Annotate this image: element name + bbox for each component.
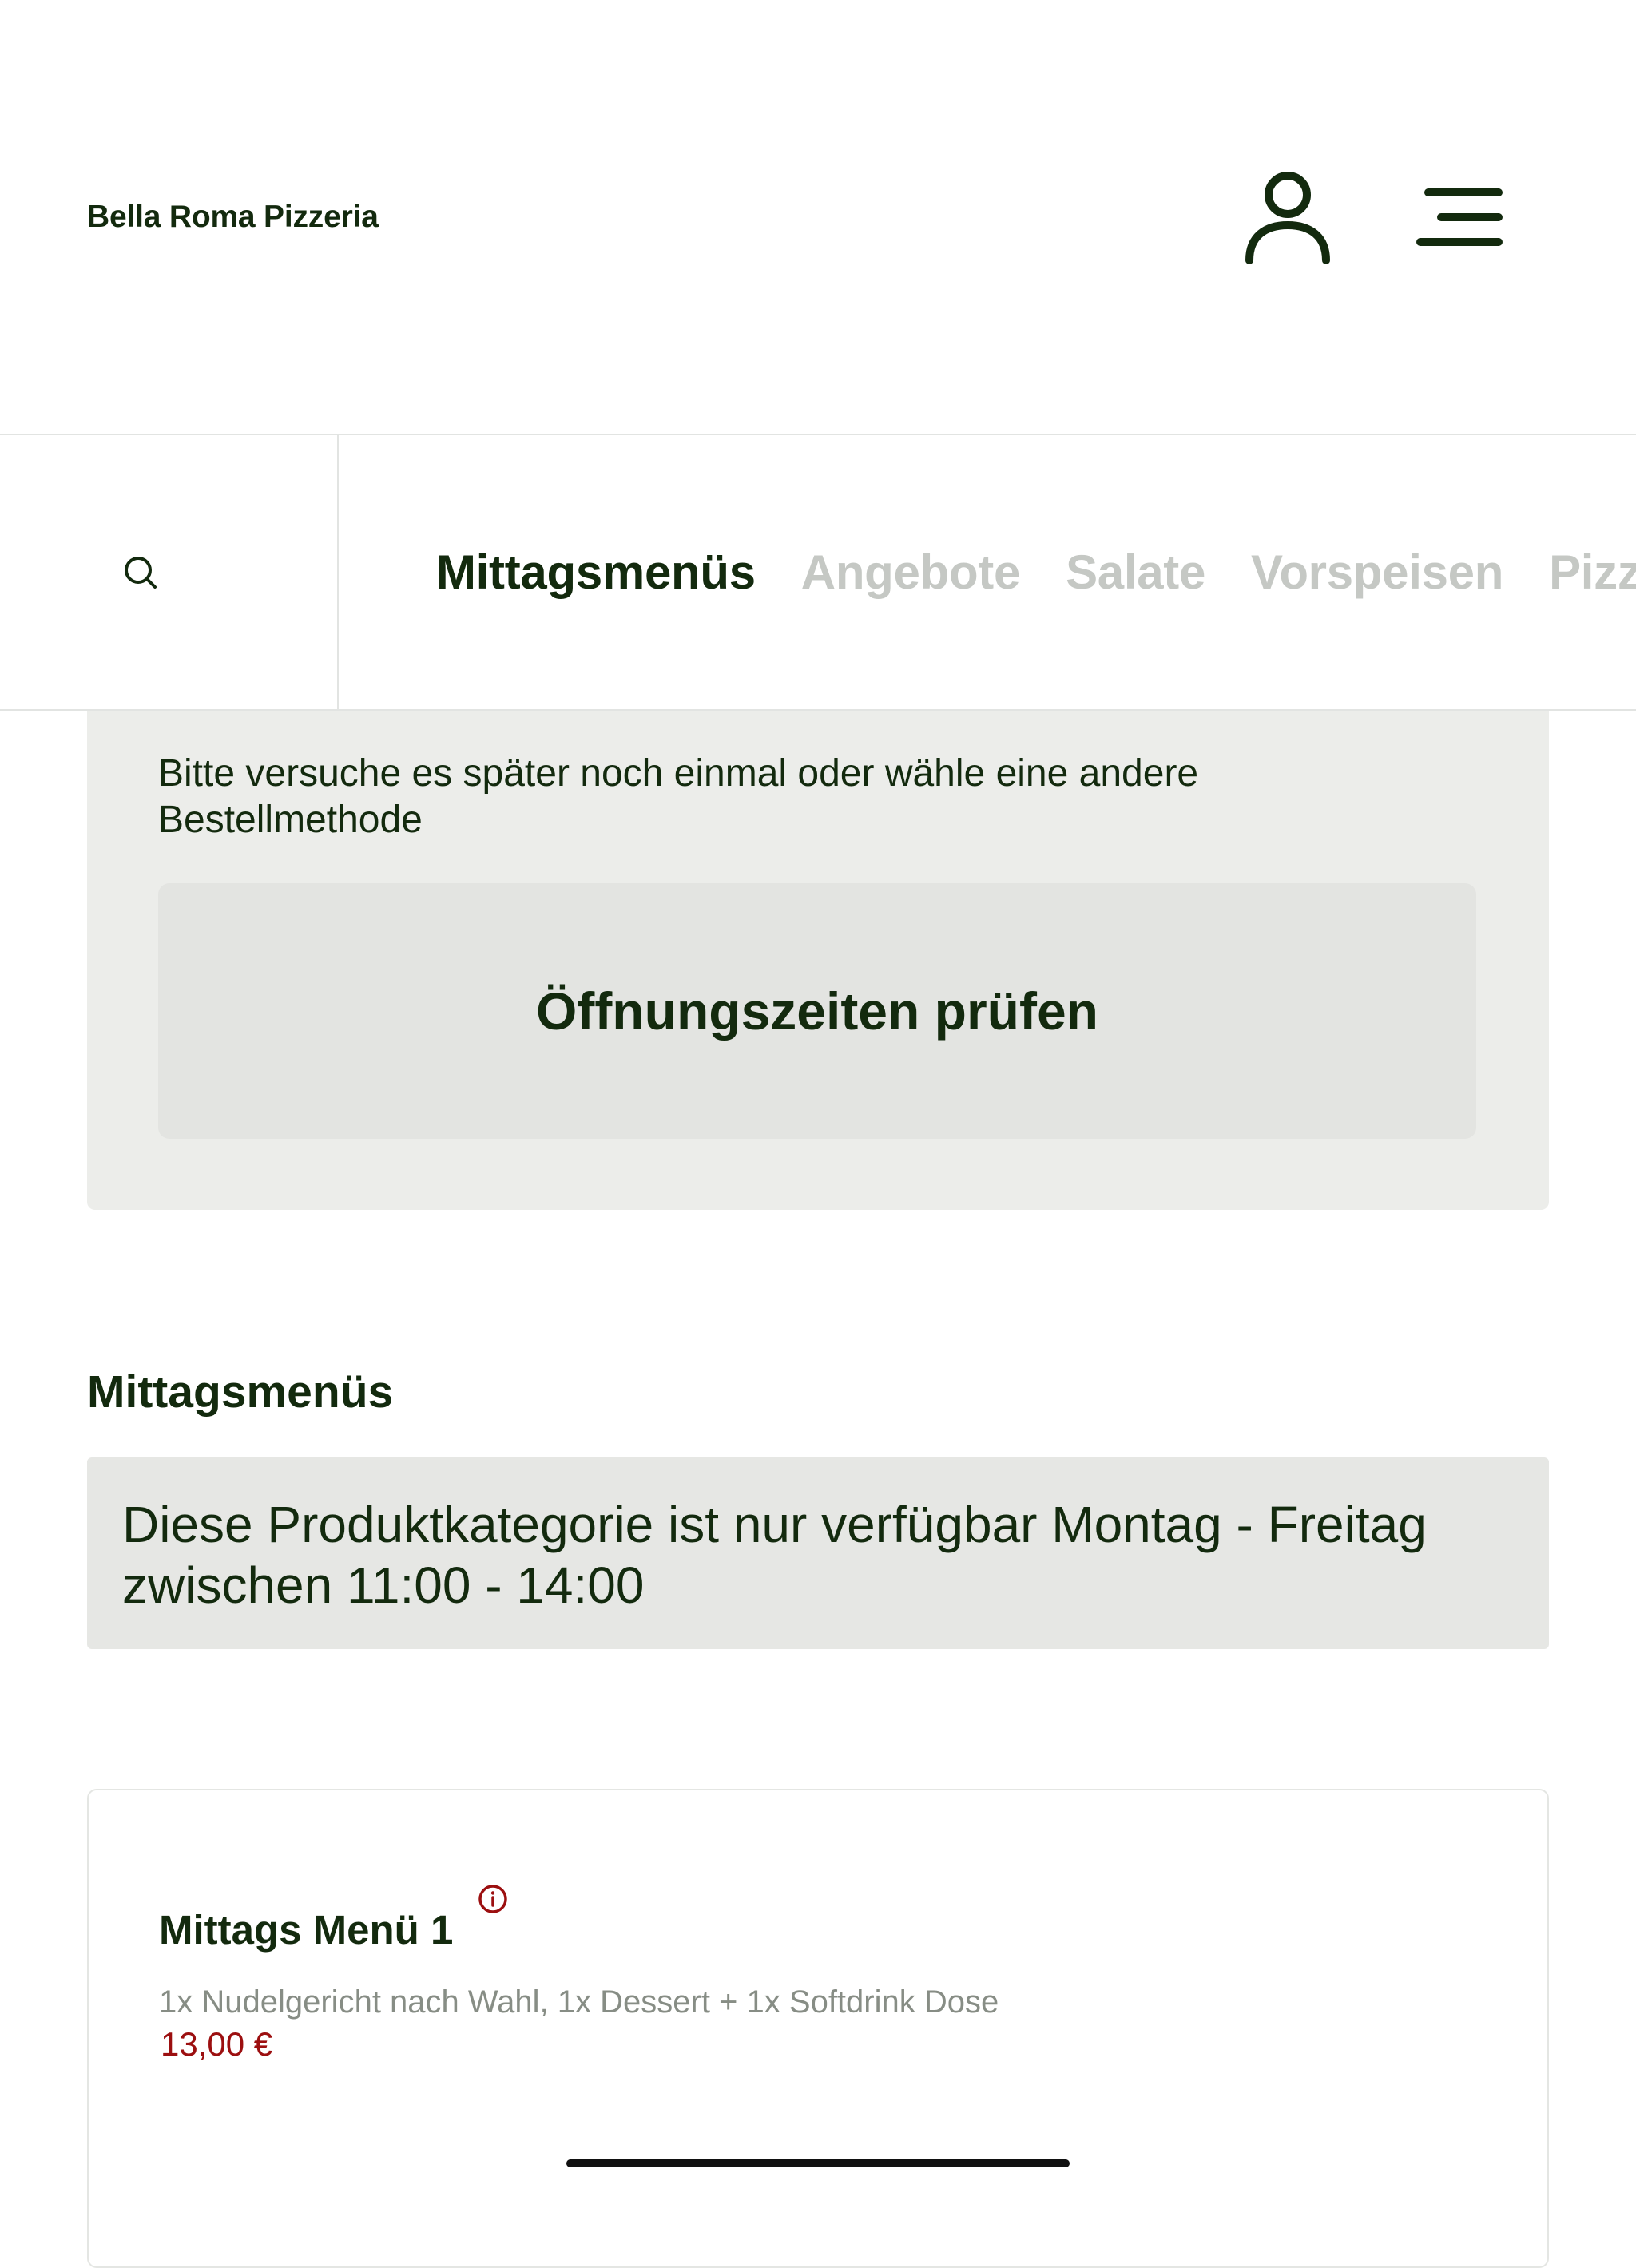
product-description: 1x Nudelgericht nach Wahl, 1x Dessert + … — [159, 1985, 999, 2020]
tab-salate[interactable]: Salate — [1066, 545, 1205, 600]
section-title: Mittagsmenüs — [87, 1366, 394, 1418]
check-opening-hours-button[interactable]: Öffnungszeiten prüfen — [158, 883, 1476, 1139]
tab-angebote[interactable]: Angebote — [801, 545, 1021, 600]
menu-button[interactable] — [1414, 177, 1510, 257]
product-price: 13,00 € — [161, 2025, 273, 2063]
category-bar: Mittagsmenüs Angebote Salate Vorspeisen … — [0, 435, 1636, 711]
tab-pizza[interactable]: Pizza — [1549, 545, 1636, 600]
account-button[interactable] — [1243, 169, 1332, 265]
home-indicator[interactable] — [566, 2159, 1070, 2167]
search-button[interactable] — [0, 435, 339, 709]
brand-name[interactable]: Bella Roma Pizzeria — [87, 200, 379, 235]
tab-vorspeisen[interactable]: Vorspeisen — [1251, 545, 1503, 600]
tab-mittagsmenues[interactable]: Mittagsmenüs — [436, 545, 756, 600]
user-icon — [1245, 172, 1330, 264]
site-header: Bella Roma Pizzeria — [0, 0, 1636, 435]
category-tabs: Mittagsmenüs Angebote Salate Vorspeisen … — [436, 435, 1636, 709]
product-name: Mittags Menü 1 — [159, 1907, 454, 1953]
hamburger-menu-icon — [1416, 188, 1503, 246]
product-card[interactable]: Mittags Menü 1 1x Nudelgericht nach Wahl… — [87, 1789, 1549, 2268]
search-icon — [125, 557, 157, 589]
availability-banner: Diese Produktkategorie ist nur verfügbar… — [87, 1457, 1549, 1649]
info-icon[interactable] — [477, 1883, 509, 1919]
notice-message: Bitte versuche es später noch einmal ode… — [158, 752, 1199, 841]
